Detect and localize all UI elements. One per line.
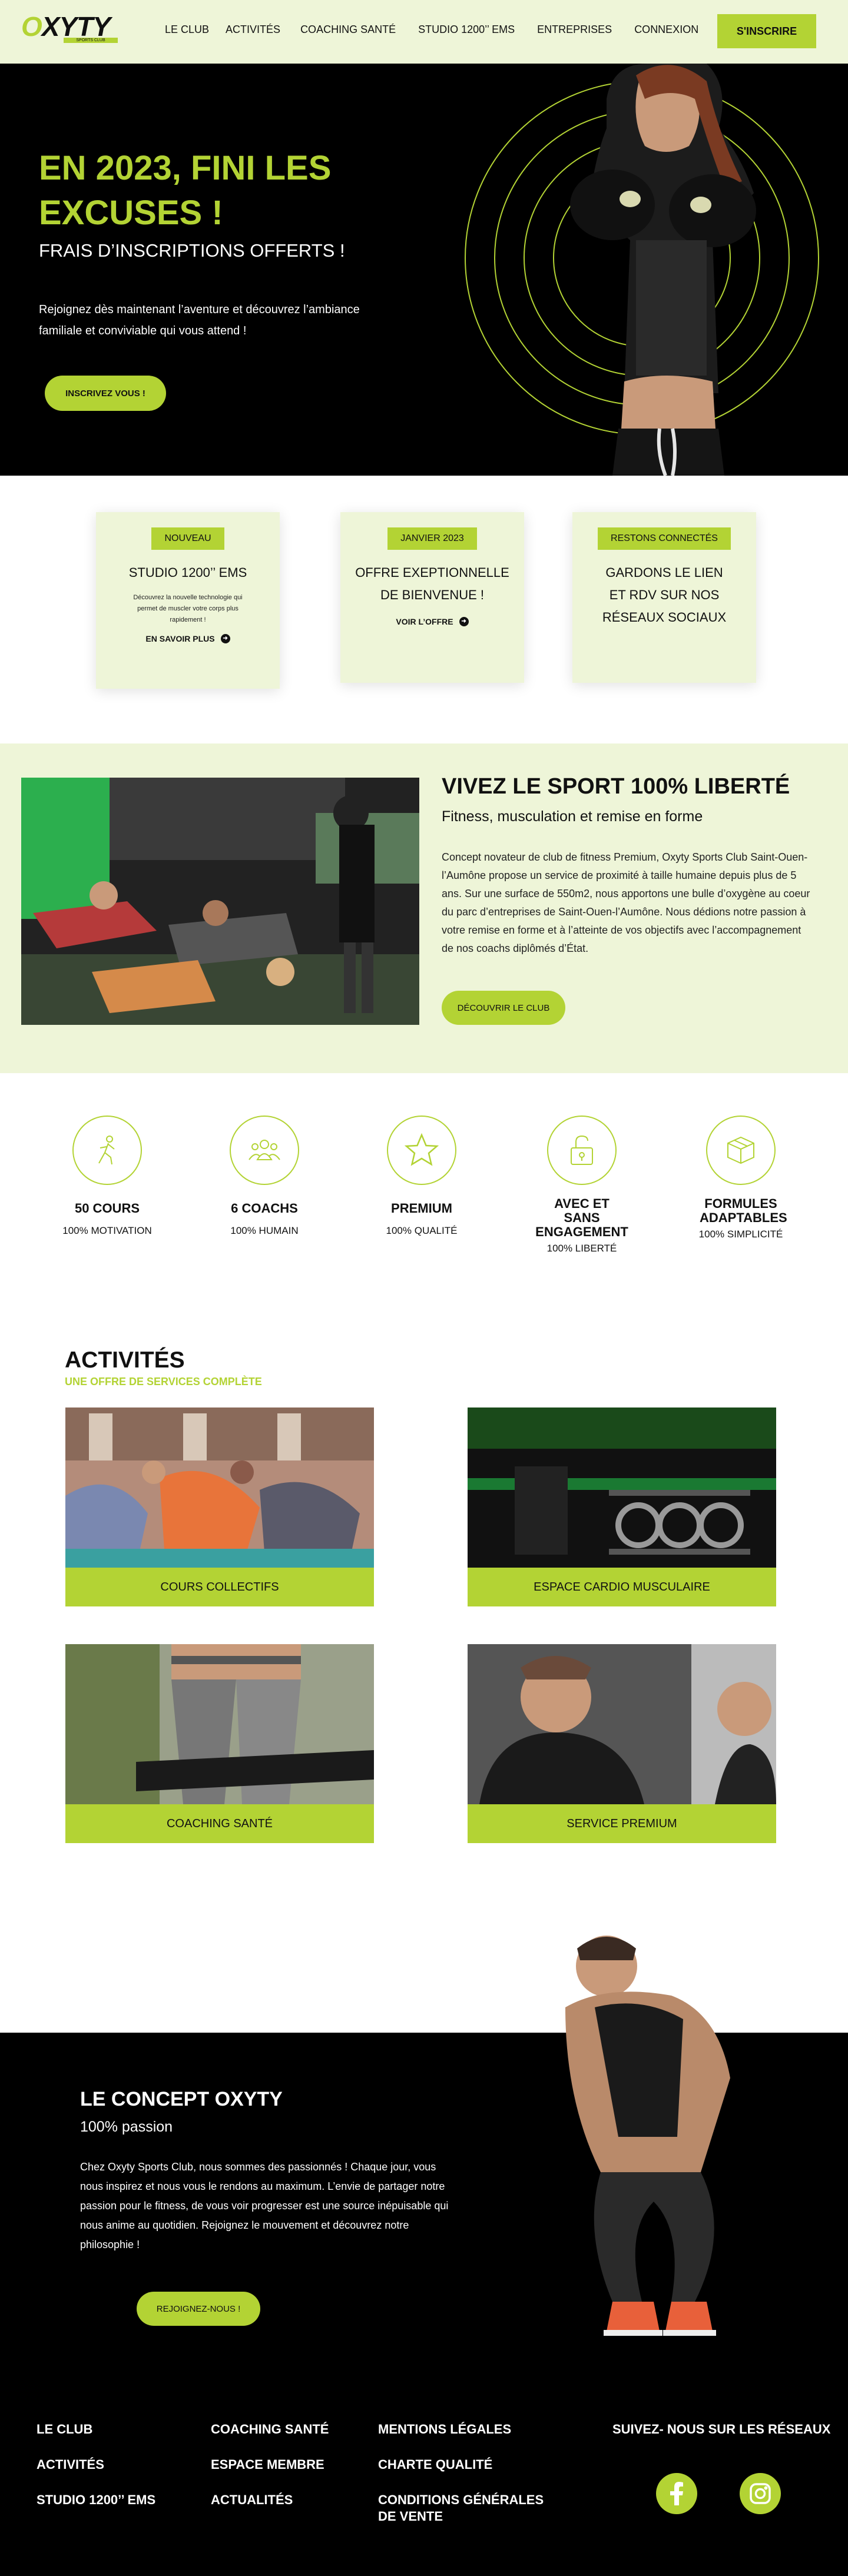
facebook-icon[interactable] (656, 2473, 697, 2514)
feature-title: PREMIUM (391, 1201, 452, 1216)
nav-studio-ems[interactable]: STUDIO 1200’’ EMS (418, 24, 515, 36)
about-text: Concept novateur de club de fitness Prem… (442, 851, 810, 954)
hero-subtitle: FRAIS D’INSCRIPTIONS OFFERTS ! (39, 240, 345, 261)
feature-title: AVEC ET SANS ENGAGEMENT (535, 1196, 628, 1239)
concept-subtitle: 100% passion (80, 2119, 173, 2135)
promo-cards-section: NOUVEAU STUDIO 1200’’ EMS Découvrez la n… (0, 476, 848, 743)
feature-formules: FORMULES ADAPTABLES 100% SIMPLICITÉ (670, 1116, 811, 1240)
nav-activites[interactable]: ACTIVITÉS (226, 24, 280, 36)
arrow-right-icon: ➜ (220, 634, 230, 643)
feature-subtitle: 100% SIMPLICITÉ (698, 1229, 783, 1240)
nav-coaching-sante[interactable]: COACHING SANTÉ (300, 24, 396, 36)
tile-espace-cardio[interactable]: ESPACE CARDIO MUSCULAIRE (468, 1407, 776, 1606)
footer-link-espace-membre[interactable]: ESPACE MEMBRE (211, 2457, 324, 2473)
card-studio-ems: NOUVEAU STUDIO 1200’’ EMS Découvrez la n… (96, 512, 280, 689)
activities-section: ACTIVITÉS UNE OFFRE DE SERVICES COMPLÈTE… (0, 1309, 848, 2033)
feature-title: 6 COACHS (231, 1201, 298, 1216)
card-title: OFFRE EXEPTIONNELLE DE BIENVENUE ! (355, 565, 509, 602)
athlete-photo (565, 1936, 730, 2336)
card-title: STUDIO 1200’’ EMS (128, 565, 247, 580)
group-icon (230, 1116, 299, 1185)
footer-link-studio-ems[interactable]: STUDIO 1200’’ EMS (37, 2492, 155, 2508)
tile-cours-collectifs[interactable]: COURS COLLECTIFS (65, 1407, 374, 1606)
star-icon (387, 1116, 456, 1185)
top-navigation: OXYTY SPORTS CLUB LE CLUB ACTIVITÉS COAC… (0, 0, 848, 64)
join-us-button[interactable]: REJOIGNEZ-NOUS ! (137, 2292, 260, 2326)
nav-connexion[interactable]: CONNEXION (634, 24, 698, 36)
unlock-icon (547, 1116, 617, 1185)
activities-subtitle: UNE OFFRE DE SERVICES COMPLÈTE (65, 1376, 262, 1387)
runner-icon (72, 1116, 142, 1185)
feature-engagement: AVEC ET SANS ENGAGEMENT 100% LIBERTÉ (511, 1116, 652, 1254)
instagram-icon[interactable] (740, 2473, 781, 2514)
concept-text: Chez Oxyty Sports Club, nous sommes des … (80, 2161, 449, 2250)
features-section: 50 COURS 100% MOTIVATION 6 COACHS 100% H… (0, 1073, 848, 1309)
card-badge: NOUVEAU (151, 527, 224, 550)
nav-entreprises[interactable]: ENTREPRISES (537, 24, 612, 36)
card-link-en-savoir-plus[interactable]: EN SAVOIR PLUS ➜ (96, 634, 280, 643)
feature-title: 50 COURS (74, 1201, 140, 1216)
boxer-photo (570, 64, 756, 476)
footer-link-activites[interactable]: ACTIVITÉS (37, 2457, 104, 2473)
card-offre-bienvenue: JANVIER 2023 OFFRE EXEPTIONNELLE DE BIEN… (340, 512, 524, 683)
hero-signup-button[interactable]: INSCRIVEZ VOUS ! (45, 376, 166, 411)
concept-title: LE CONCEPT OXYTY (80, 2088, 283, 2110)
feature-premium: PREMIUM 100% QUALITÉ (351, 1116, 492, 1237)
hero-section: EN 2023, FINI LES EXCUSES ! FRAIS D’INSC… (0, 64, 848, 476)
feature-subtitle: 100% MOTIVATION (62, 1225, 152, 1236)
feature-title: FORMULES ADAPTABLES (700, 1196, 787, 1225)
footer-link-cgv[interactable]: CONDITIONS GÉNÉRALES DE VENTE (378, 2492, 555, 2525)
card-reseaux-sociaux: RESTONS CONNECTÉS GARDONS LE LIEN ET RDV… (572, 512, 756, 683)
feature-subtitle: 100% QUALITÉ (386, 1225, 458, 1236)
signup-button[interactable]: S'INSCRIRE (717, 14, 816, 48)
feature-subtitle: 100% HUMAIN (230, 1225, 299, 1236)
footer-link-le-club[interactable]: LE CLUB (37, 2421, 92, 2438)
card-link-voir-offre[interactable]: VOIR L’OFFRE ➜ (340, 617, 524, 626)
card-title: GARDONS LE LIEN ET RDV SUR NOS RÉSEAUX S… (602, 565, 727, 625)
card-description: Découvrez la nouvelle technologie qui pe… (133, 594, 243, 623)
footer-link-coaching-sante[interactable]: COACHING SANTÉ (211, 2421, 329, 2438)
arrow-right-icon: ➜ (459, 617, 469, 626)
about-section: VIVEZ LE SPORT 100% LIBERTÉ Fitness, mus… (0, 743, 848, 1073)
tile-coaching-sante[interactable]: COACHING SANTÉ (65, 1644, 374, 1843)
about-subtitle: Fitness, musculation et remise en forme (442, 808, 703, 825)
activities-title: ACTIVITÉS (65, 1347, 185, 1373)
card-badge: RESTONS CONNECTÉS (598, 527, 731, 550)
tile-label: COURS COLLECTIFS (65, 1568, 374, 1606)
oxyty-logo[interactable]: OXYTY SPORTS CLUB (21, 13, 127, 47)
gym-class-photo (21, 778, 419, 1025)
hero-text: Rejoignez dès maintenant l’aventure et d… (39, 303, 360, 337)
card-badge: JANVIER 2023 (387, 527, 477, 550)
nav-le-club[interactable]: LE CLUB (165, 24, 209, 36)
site-footer: LE CLUB ACTIVITÉS STUDIO 1200’’ EMS COAC… (0, 2389, 848, 2576)
main-menu: LE CLUB ACTIVITÉS COACHING SANTÉ STUDIO … (165, 24, 698, 36)
tile-label: ESPACE CARDIO MUSCULAIRE (468, 1568, 776, 1606)
hero-title: EN 2023, FINI LES EXCUSES ! (39, 149, 332, 232)
tile-label: COACHING SANTÉ (65, 1804, 374, 1843)
box-icon (706, 1116, 776, 1185)
feature-subtitle: 100% LIBERTÉ (546, 1243, 617, 1254)
discover-club-button[interactable]: DÉCOUVRIR LE CLUB (442, 991, 565, 1025)
footer-link-actualites[interactable]: ACTUALITÉS (211, 2492, 293, 2508)
footer-link-charte-qualite[interactable]: CHARTE QUALITÉ (378, 2457, 492, 2473)
feature-cours: 50 COURS 100% MOTIVATION (37, 1116, 178, 1237)
footer-social-title: SUIVEZ- NOUS SUR LES RÉSEAUX (612, 2422, 831, 2436)
tile-label: SERVICE PREMIUM (468, 1804, 776, 1843)
footer-link-mentions-legales[interactable]: MENTIONS LÉGALES (378, 2421, 511, 2438)
about-title: VIVEZ LE SPORT 100% LIBERTÉ (442, 774, 790, 799)
feature-coachs: 6 COACHS 100% HUMAIN (194, 1116, 335, 1237)
tile-service-premium[interactable]: SERVICE PREMIUM (468, 1644, 776, 1843)
